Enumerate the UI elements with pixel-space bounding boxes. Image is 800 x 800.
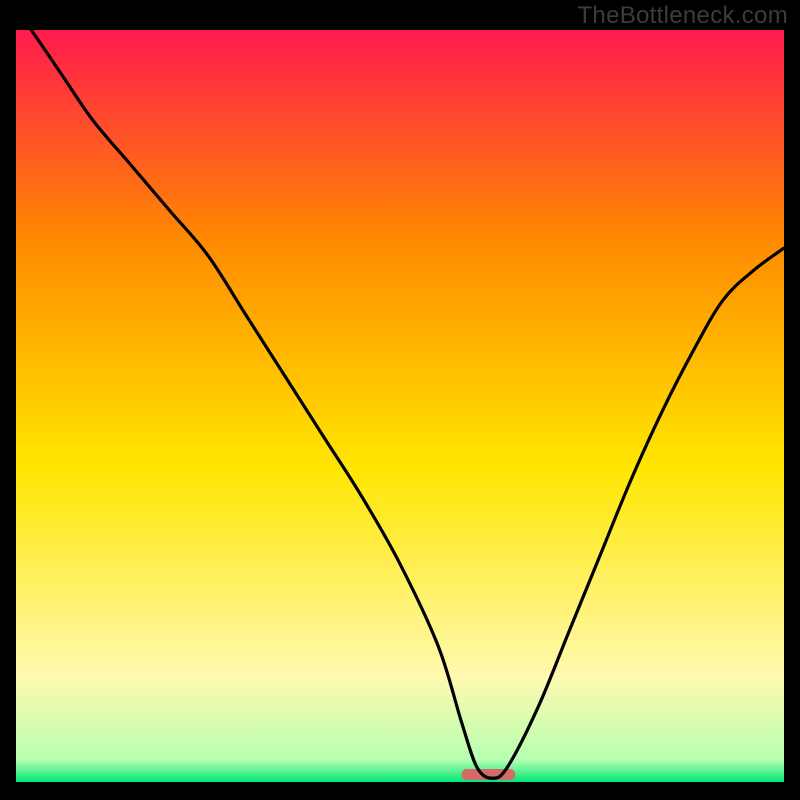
plot-svg xyxy=(16,30,784,782)
plot-frame xyxy=(16,30,784,782)
chart-stage: TheBottleneck.com xyxy=(0,0,800,800)
watermark-text: TheBottleneck.com xyxy=(577,2,788,30)
gradient-rect xyxy=(16,30,784,782)
